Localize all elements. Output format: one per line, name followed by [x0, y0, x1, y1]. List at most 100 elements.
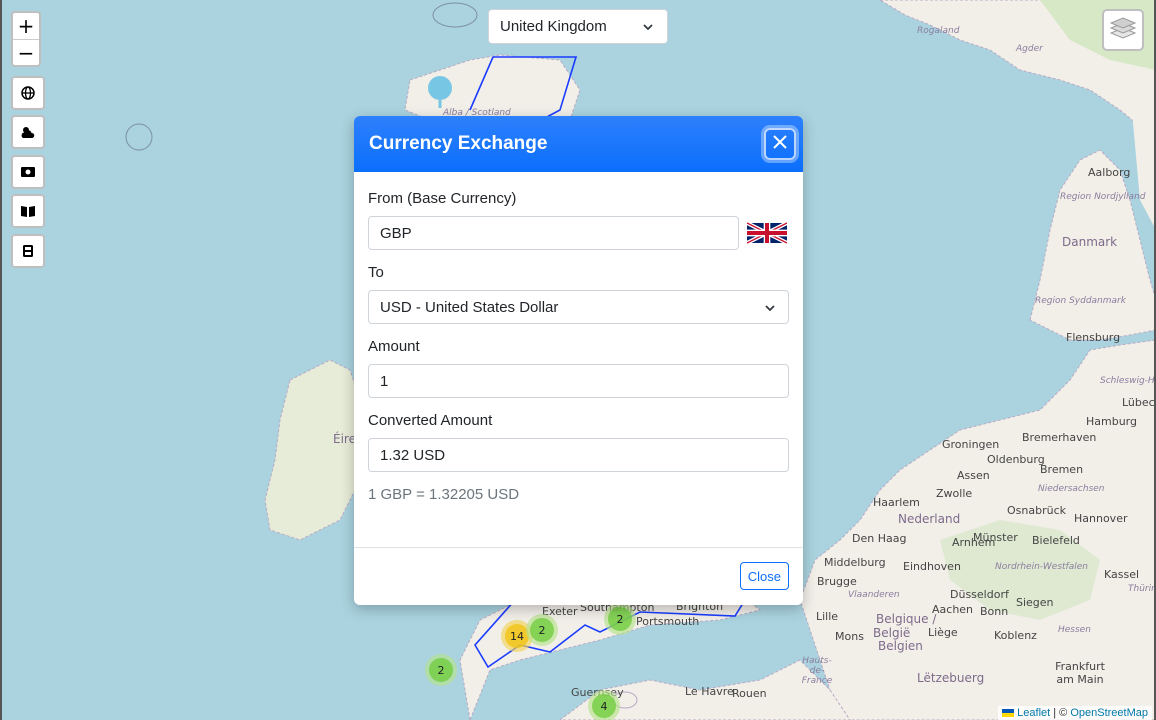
converted-amount-field[interactable]: 1.32 USD	[368, 438, 789, 472]
map-label: Bremerhaven	[1022, 431, 1097, 444]
converted-amount-label: Converted Amount	[368, 412, 493, 429]
zoom-out-button[interactable]: −	[13, 39, 39, 65]
map-label: Frankfurt am Main	[1055, 660, 1105, 686]
map-label: Danmark	[1062, 235, 1118, 249]
close-button[interactable]: Close	[739, 562, 789, 590]
calculator-button[interactable]	[11, 234, 45, 268]
modal-body: From (Base Currency) GBP To USD - United…	[354, 172, 803, 503]
map-label: Lübeck	[1122, 396, 1156, 409]
country-select[interactable]: United Kingdom	[488, 9, 668, 44]
cluster-marker[interactable]: 2	[604, 603, 636, 635]
map-label: België	[873, 626, 911, 640]
map-label: Flensburg	[1066, 331, 1121, 344]
map-label: Den Haag	[852, 532, 907, 545]
map-label: Hamburg	[1086, 415, 1137, 428]
currency-button[interactable]	[11, 155, 45, 189]
map-label: Agder	[1016, 44, 1043, 54]
to-currency-select[interactable]: USD - United States Dollar	[368, 290, 789, 324]
currency-modal: Currency Exchange From (Base Currency) G…	[354, 116, 803, 605]
map-label: Koblenz	[994, 629, 1037, 642]
attribution-separator: | ©	[1050, 707, 1071, 719]
converted-amount-value: 1.32 USD	[380, 446, 446, 464]
modal-title: Currency Exchange	[369, 133, 548, 154]
map-label: Rogaland	[917, 26, 960, 36]
map-label: Kassel	[1104, 568, 1140, 581]
wiki-button[interactable]	[11, 194, 45, 228]
globe-icon	[13, 78, 43, 108]
map-label: Rouen	[732, 687, 767, 700]
map-label: Mons	[835, 630, 864, 643]
from-currency-label: From (Base Currency)	[368, 190, 517, 207]
map-label: Siegen	[1016, 596, 1054, 609]
globe-button[interactable]	[11, 76, 45, 110]
weather-button[interactable]	[11, 115, 45, 149]
map-label: Osnabrück	[1007, 504, 1066, 517]
map-label: Vlaanderen	[848, 590, 900, 600]
map-label: Nordrhein-Westfalen	[995, 562, 1088, 572]
close-icon	[772, 134, 788, 155]
to-currency-label: To	[368, 264, 384, 281]
map-label: Hessen	[1058, 625, 1091, 635]
money-icon	[13, 157, 43, 187]
map-label: Middelburg	[824, 556, 886, 569]
map-label: Eindhoven	[903, 560, 961, 573]
map-label: Aachen	[932, 603, 974, 616]
map-label: Belgien	[878, 639, 923, 653]
osm-link[interactable]: OpenStreetMap	[1070, 707, 1148, 719]
zoom-in-button[interactable]: +	[13, 13, 39, 39]
map-label: Hauts-de-France	[801, 656, 833, 686]
map-label: Bielefeld	[1032, 534, 1080, 547]
map-label: Region Nordjylland	[1060, 192, 1146, 202]
chevron-down-icon	[764, 301, 776, 318]
modal-footer: Close	[354, 547, 803, 605]
map-label: Münster	[973, 531, 1018, 544]
map-label: Nederland	[898, 512, 961, 526]
map-label: Brugge	[817, 575, 857, 588]
modal-close-button[interactable]	[764, 128, 796, 160]
map-label: Hannover	[1074, 512, 1128, 525]
zoom-control: + −	[11, 11, 41, 67]
map-label: Oldenburg	[987, 453, 1045, 466]
calculator-icon	[13, 236, 43, 266]
amount-value: 1	[380, 372, 389, 390]
map-label: Thürin	[1128, 584, 1156, 594]
book-icon	[13, 196, 43, 226]
map-label: Éire	[333, 432, 356, 446]
map-label: Lille	[816, 610, 839, 623]
map-label: Region Syddanmark	[1035, 296, 1126, 306]
from-currency-value: GBP	[380, 224, 412, 242]
map-label: Bremen	[1040, 463, 1084, 476]
map-attribution: Leaflet | © OpenStreetMap	[998, 706, 1152, 720]
amount-input[interactable]: 1	[368, 364, 789, 398]
chevron-down-icon	[642, 20, 654, 37]
map-label: Liège	[928, 626, 958, 639]
map-label: Schleswig-Holstein	[1100, 376, 1156, 386]
from-currency-field[interactable]: GBP	[368, 216, 739, 250]
map-label: Assen	[957, 469, 990, 482]
cluster-marker[interactable]: 2	[425, 654, 457, 686]
leaflet-link[interactable]: Leaflet	[1017, 707, 1050, 719]
map-label: Niedersachsen	[1038, 484, 1105, 494]
country-select-value: United Kingdom	[500, 18, 607, 35]
weather-icon	[13, 117, 43, 147]
map-label: Groningen	[942, 438, 1000, 451]
map-label: Haarlem	[873, 496, 920, 509]
layers-icon	[1109, 15, 1137, 46]
ukraine-flag-icon	[1002, 709, 1015, 718]
exchange-rate-text: 1 GBP = 1.32205 USD	[368, 486, 520, 503]
map-label: Le Havre	[685, 685, 734, 698]
united-kingdom-flag-icon	[746, 221, 788, 245]
map-label: Zwolle	[936, 487, 973, 500]
cluster-marker[interactable]: 2	[526, 614, 558, 646]
map-label: Belgique /	[876, 612, 937, 626]
map-label: Aalborg	[1088, 166, 1131, 179]
map-label: Lëtzebuerg	[917, 671, 985, 685]
to-currency-value: USD - United States Dollar	[380, 298, 559, 316]
layers-button[interactable]	[1102, 9, 1144, 51]
cluster-marker[interactable]: 4	[588, 690, 620, 720]
map-label: Portsmouth	[636, 615, 700, 628]
amount-label: Amount	[368, 338, 420, 355]
map-label: Düsseldorf	[950, 588, 1009, 601]
map-label: Bonn	[980, 605, 1009, 618]
modal-header: Currency Exchange	[354, 116, 803, 172]
